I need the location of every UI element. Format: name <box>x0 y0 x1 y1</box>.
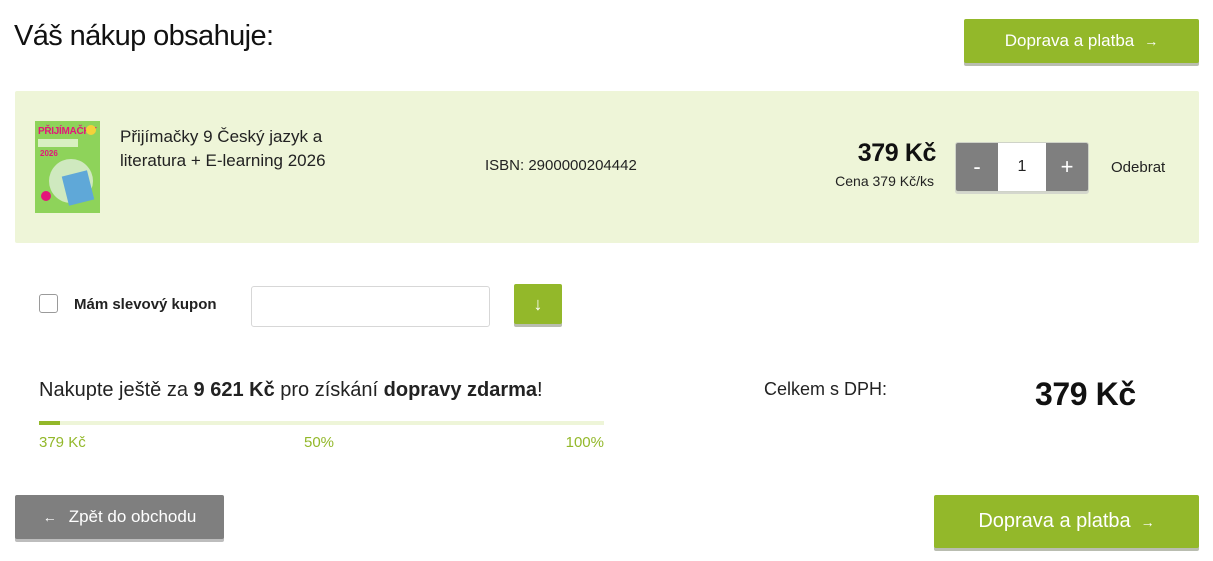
cart-item: PŘIJÍMAČKY 2026 Přijímačky 9 Český jazyk… <box>15 91 1199 243</box>
arrow-down-icon: ↓ <box>533 293 543 314</box>
quantity-decrement-button[interactable]: - <box>956 143 998 191</box>
arrow-left-icon: ← <box>42 509 57 525</box>
page-title: Váš nákup obsahuje: <box>14 20 274 52</box>
progress-label-half: 50% <box>304 434 335 451</box>
coupon-input[interactable] <box>251 286 490 327</box>
product-name[interactable]: Přijímačky 9 Český jazyk a literatura + … <box>120 125 390 173</box>
free-shipping-message: Nakupte ještě za 9 621 Kč pro získání do… <box>39 379 543 401</box>
quantity-input[interactable] <box>998 143 1046 191</box>
back-to-shop-button[interactable]: ← Zpět do obchodu <box>15 495 224 539</box>
free-shipping-progress-fill <box>39 421 60 425</box>
total-label: Celkem s DPH: <box>764 379 888 399</box>
shipping-payment-button-top[interactable]: Doprava a platba → <box>964 19 1199 63</box>
progress-label-current: 379 Kč <box>39 434 86 451</box>
quantity-increment-button[interactable]: + <box>1046 143 1088 191</box>
coupon-submit-button[interactable]: ↓ <box>514 284 562 324</box>
shipping-payment-label: Doprava a platba <box>1004 31 1135 50</box>
quantity-stepper: - + <box>955 142 1089 192</box>
coupon-label[interactable]: Mám slevový kupon <box>74 296 217 313</box>
free-shipping-progress-bar <box>39 421 604 425</box>
shipping-payment-button-bottom[interactable]: Doprava a platba → <box>934 495 1199 548</box>
shipping-payment-label: Doprava a platba <box>978 510 1131 532</box>
remove-item-link[interactable]: Odebrat <box>1111 159 1165 176</box>
free-shipping-remaining-amount: 9 621 Kč <box>193 379 275 401</box>
progress-label-full: 100% <box>565 434 604 451</box>
unit-price: Cena 379 Kč/ks <box>835 173 934 189</box>
total-value: 379 Kč <box>1035 376 1136 412</box>
product-image[interactable]: PŘIJÍMAČKY 2026 <box>35 121 100 213</box>
arrow-right-icon: → <box>1140 513 1155 530</box>
product-isbn: ISBN: 2900000204442 <box>485 157 637 174</box>
free-shipping-highlight: dopravy zdarma <box>383 379 538 401</box>
item-total-price: 379 Kč <box>857 139 937 167</box>
back-to-shop-label: Zpět do obchodu <box>68 507 197 526</box>
cover-year: 2026 <box>40 149 58 158</box>
arrow-right-icon: → <box>1144 33 1159 49</box>
coupon-checkbox[interactable] <box>39 294 58 313</box>
